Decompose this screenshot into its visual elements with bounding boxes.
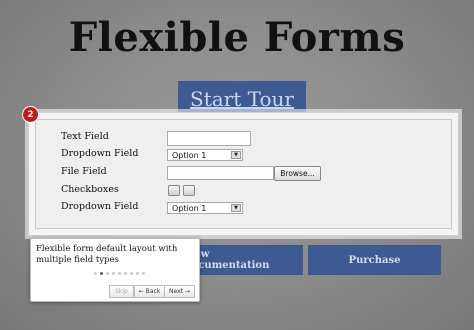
checkbox-2[interactable] [183,185,195,196]
step-dots [94,272,145,276]
step-dot [106,272,109,275]
step-dot [136,272,139,275]
dropdown-field-select[interactable]: Option 1 ▼ [167,202,243,214]
step-badge: 2 [22,106,39,123]
checkbox-1[interactable] [168,185,180,196]
step-dot [100,272,103,275]
step-dot [118,272,121,275]
text-field-input[interactable] [167,131,251,146]
next-button[interactable]: Next → [164,285,195,298]
dropdown-field-select[interactable]: Option 1 ▼ [167,149,243,161]
dropdown-field-label: Dropdown Field [61,148,139,159]
purchase-button[interactable]: Purchase [308,245,441,275]
dropdown-field-label: Dropdown Field [61,201,139,212]
skip-button[interactable]: Skip [109,285,134,298]
dropdown-value: Option 1 [172,204,207,213]
text-field-label: Text Field [61,131,109,142]
file-field-input[interactable] [167,166,274,180]
view-documentation-button[interactable]: View Documentation [183,245,303,275]
file-field-label: File Field [61,166,107,177]
back-button[interactable]: ← Back [134,285,165,298]
chevron-down-icon: ▼ [231,204,241,212]
checkboxes-label: Checkboxes [61,184,119,195]
chevron-down-icon: ▼ [231,151,241,159]
tour-tooltip: Flexible form default layout with multip… [30,238,200,302]
browse-button[interactable]: Browse... [274,166,321,181]
page-title: Flexible Forms [68,14,406,61]
step-dot [94,272,97,275]
dropdown-value: Option 1 [172,151,207,160]
step-dot [112,272,115,275]
step-dot [124,272,127,275]
tooltip-text: Flexible form default layout with multip… [36,244,178,265]
step-dot [142,272,145,275]
step-dot [130,272,133,275]
